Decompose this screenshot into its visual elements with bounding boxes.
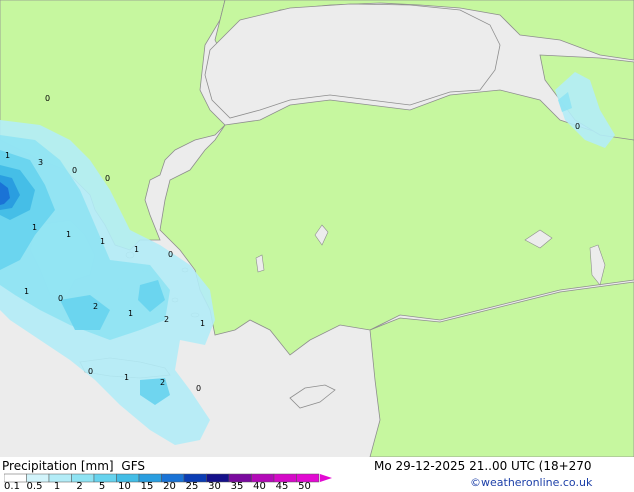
credit-link[interactable]: ©weatheronline.co.uk [470, 476, 592, 489]
legend-tick-label: 0.5 [26, 481, 43, 492]
precip-value-label: 2 [93, 302, 98, 311]
precip-value-label: 1 [66, 230, 71, 239]
legend-tick-label: 35 [230, 481, 244, 492]
legend-swatch [48, 473, 72, 483]
precip-value-label: 1 [134, 245, 139, 254]
precip-value-label: 0 [105, 174, 110, 183]
map-footer: Precipitation [mm] GFS Mo 29-12-2025 21.… [0, 457, 634, 492]
legend-tick-label: 30 [208, 481, 221, 492]
precip-value-label: 0 [88, 367, 93, 376]
precip-value-label: 2 [164, 315, 169, 324]
legend-swatch [93, 473, 117, 483]
precip-value-label: 1 [24, 287, 29, 296]
legend-tick-label: 1 [53, 481, 61, 492]
valid-datetime: Mo 29-12-2025 21..00 UTC (18+270 [374, 459, 592, 473]
legend-tick-label: 15 [140, 481, 154, 492]
precip-value-label: 0 [168, 250, 173, 259]
legend-tick-label: 50 [298, 481, 311, 492]
precip-value-label: 1 [100, 237, 105, 246]
precipitation-map: 1 3 0 0 1 1 1 0 0 1 1 2 1 2 1 0 1 2 0 0 0 [0, 0, 634, 458]
precip-value-label: 1 [124, 373, 129, 382]
precip-value-label: 0 [575, 122, 580, 131]
legend-tick-label: 40 [253, 481, 266, 492]
precip-value-label: 1 [5, 151, 10, 160]
precip-value-label: 0 [72, 166, 77, 175]
legend-tick-label: 2 [76, 481, 83, 492]
precip-value-label: 2 [160, 378, 165, 387]
legend-title: Precipitation [mm] [2, 459, 114, 473]
precip-value-label: 0 [196, 384, 201, 393]
precip-value-label: 1 [200, 319, 205, 328]
legend-tick-label: 20 [163, 481, 176, 492]
legend-tick-label: 45 [275, 481, 289, 492]
model-name: GFS [121, 459, 145, 473]
precip-value-label: 0 [58, 294, 63, 303]
legend-tick-label: 0.1 [4, 481, 20, 492]
legend-tick-label: 5 [98, 481, 106, 492]
precip-value-label: 1 [128, 309, 133, 318]
legend-tick-label: 10 [118, 481, 131, 492]
legend-swatch [71, 473, 95, 483]
precip-value-label: 1 [32, 223, 37, 232]
precip-value-label: 0 [45, 94, 50, 103]
precip-value-label: 3 [38, 158, 43, 167]
legend-tick-label: 25 [185, 481, 199, 492]
